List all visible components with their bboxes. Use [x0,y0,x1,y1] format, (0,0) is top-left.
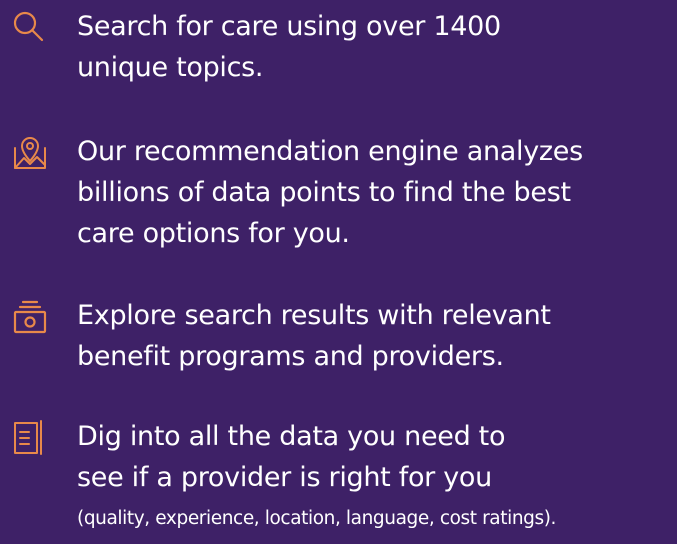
feature-text-line: Dig into all the data you need to [77,421,506,452]
map-location-icon [10,134,50,174]
feature-recommendation-text: Our recommendation engine analyzes billi… [77,131,677,254]
search-icon [10,8,50,48]
feature-text-line: billions of data points to find the best [77,177,571,208]
benefits-box-icon [10,297,50,337]
feature-search-text: Search for care using over 1400 unique t… [77,6,677,88]
feature-text-line: unique topics. [77,52,264,83]
feature-text-line: see if a provider is right for you [77,462,492,493]
feature-text-line: Search for care using over 1400 [77,11,501,42]
feature-text-line: Explore search results with relevant [77,300,551,331]
feature-explore-text: Explore search results with relevant ben… [77,295,677,377]
document-list-icon [10,418,50,458]
feature-text-line: care options for you. [77,218,350,249]
feature-text-line: benefit programs and providers. [77,341,504,372]
feature-note: (quality, experience, location, language… [77,508,557,529]
feature-text-line: Our recommendation engine analyzes [77,136,583,167]
feature-dig-data-text: Dig into all the data you need to see if… [77,416,677,539]
